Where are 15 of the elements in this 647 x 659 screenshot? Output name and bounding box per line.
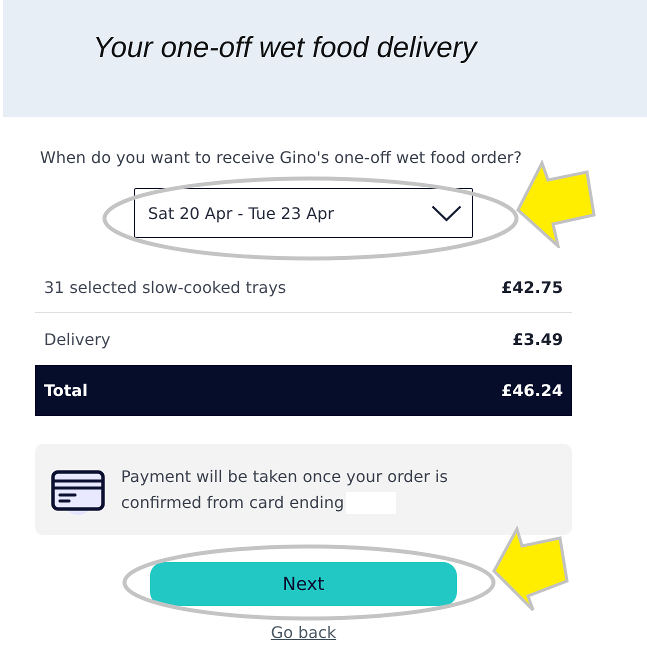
item-price: £42.75: [501, 278, 563, 296]
back-link[interactable]: Go back: [270, 623, 336, 643]
total-price: £46.24: [501, 381, 563, 400]
arrow-icon: [492, 526, 570, 612]
item-price: £3.49: [512, 330, 563, 348]
item-label: Delivery: [44, 330, 110, 348]
date-dropdown[interactable]: Sat 20 Apr - Tue 23 Apr: [134, 188, 473, 238]
question-text: When do you want to receive Gino's one-off wet food order?: [40, 148, 523, 168]
total-label: Total: [44, 381, 88, 400]
item-label: 31 selected slow-cooked trays: [44, 278, 286, 296]
chevron-down-icon: [431, 204, 462, 222]
page-title: Your one-off wet food delivery: [93, 31, 477, 66]
credit-card-icon: [51, 470, 105, 516]
payment-note: Payment will be taken once your order is confirmed from card ending: [121, 466, 448, 512]
next-button[interactable]: Next: [150, 562, 457, 606]
